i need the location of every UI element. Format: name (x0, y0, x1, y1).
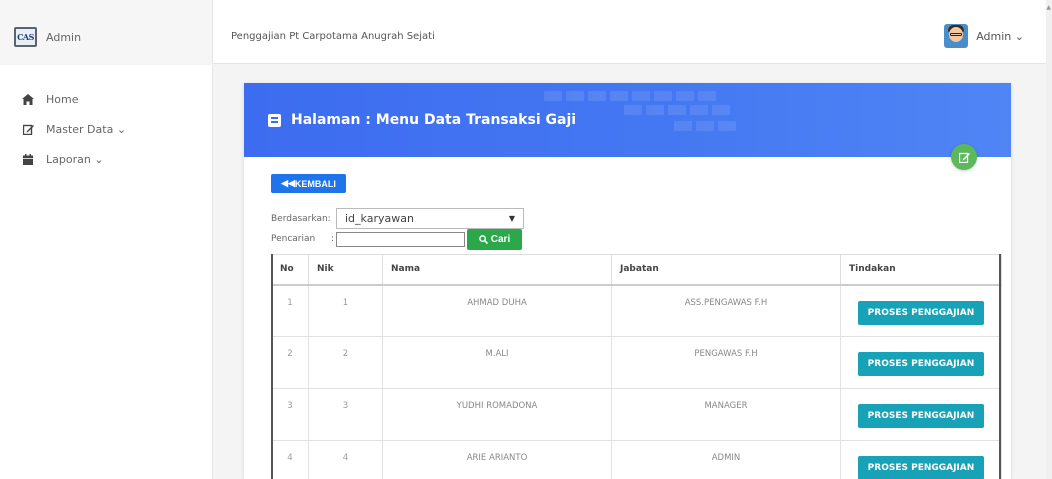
transaction-card: Halaman : Menu Data Transaksi Gaji ◀◀ KEM… (244, 83, 1011, 479)
cas-logo: CAS (14, 27, 37, 47)
sidebar-item-laporan[interactable]: Laporan ⌄ (22, 153, 104, 166)
proses-penggajian-button[interactable]: PROSES PENGGAJIAN (858, 352, 984, 376)
search-icon (478, 235, 488, 244)
search-button[interactable]: Cari (467, 229, 522, 250)
chevron-down-icon: ⌄ (1014, 29, 1024, 43)
cell-no: 2 (271, 336, 309, 389)
search-input[interactable] (336, 232, 465, 247)
avatar (944, 24, 969, 48)
main-content: Halaman : Menu Data Transaksi Gaji ◀◀ KEM… (214, 65, 1046, 479)
chevron-down-icon: ⌄ (94, 153, 104, 166)
table-row: 4 4 ARIE ARIANTO ADMIN PROSES PENGGAJIAN (271, 440, 1002, 479)
cell-nik: 3 (308, 388, 383, 441)
id-card-icon (268, 113, 281, 127)
cell-jabatan: ADMIN (611, 440, 841, 479)
cell-nik: 2 (308, 336, 383, 389)
search-label: Pencarian (271, 234, 316, 244)
cell-tindakan: PROSES PENGGAJIAN (840, 336, 1002, 389)
table-row: 3 3 YUDHI ROMADONA MANAGER PROSES PENGGA… (271, 388, 1002, 441)
cell-jabatan: ASS.PENGAWAS F.H (611, 284, 841, 337)
sidebar-item-master-data[interactable]: Master Data ⌄ (22, 123, 126, 136)
cell-no: 3 (271, 388, 309, 441)
table-row: 1 1 AHMAD DUHA ASS.PENGAWAS F.H PROSES P… (271, 284, 1002, 337)
user-name: Admin ⌄ (976, 29, 1024, 43)
cell-nama: ARIE ARIANTO (382, 440, 612, 479)
dropdown-arrow-icon: ▼ (508, 214, 515, 223)
cell-nama: AHMAD DUHA (382, 284, 612, 337)
sidebar: Home Master Data ⌄ Laporan ⌄ (0, 65, 213, 479)
proses-penggajian-button[interactable]: PROSES PENGGAJIAN (858, 404, 984, 428)
cell-jabatan: PENGAWAS F.H (611, 336, 841, 389)
cell-nama: YUDHI ROMADONA (382, 388, 612, 441)
edit-icon (22, 124, 34, 136)
back-button[interactable]: ◀◀ KEMBALI (271, 174, 346, 193)
sidebar-item-home[interactable]: Home (22, 93, 78, 106)
cell-nama: M.ALI (382, 336, 612, 389)
home-icon (22, 94, 34, 106)
chevron-down-icon: ⌄ (116, 123, 127, 136)
scrollbar[interactable]: ▲ (1046, 0, 1052, 479)
column-header: Nama (382, 254, 612, 286)
cell-nik: 1 (308, 284, 383, 337)
filter-field-select[interactable]: id_karyawan ▼ (336, 208, 524, 229)
user-menu[interactable]: Admin ⌄ (944, 24, 1024, 48)
table-header-row: No Nik Nama Jabatan Tindakan (271, 254, 1002, 286)
search-separator: : (331, 234, 335, 244)
sidebar-item-label: Home (46, 93, 79, 106)
top-navbar: CAS Admin Penggajian Pt Carpotama Anugra… (0, 0, 1046, 64)
brand-name: Admin (46, 31, 82, 44)
proses-penggajian-button[interactable]: PROSES PENGGAJIAN (858, 456, 984, 479)
brand-area[interactable]: CAS Admin (0, 0, 213, 64)
cell-tindakan: PROSES PENGGAJIAN (840, 284, 1002, 337)
transaction-table: No Nik Nama Jabatan Tindakan 1 1 AHMAD D… (271, 254, 1002, 479)
table-row: 2 2 M.ALI PENGAWAS F.H PROSES PENGGAJIAN (271, 336, 1002, 389)
proses-penggajian-button[interactable]: PROSES PENGGAJIAN (858, 300, 984, 325)
calendar-icon (22, 154, 34, 166)
scroll-up-arrow-icon[interactable]: ▲ (1046, 4, 1051, 11)
cell-no: 4 (271, 440, 309, 479)
sidebar-item-label: Laporan ⌄ (46, 153, 104, 166)
cell-jabatan: MANAGER (611, 388, 841, 441)
filter-by-label: Berdasarkan: (271, 214, 331, 224)
edit-fab-button[interactable] (951, 144, 977, 170)
app-title: Penggajian Pt Carpotama Anugrah Sejati (231, 31, 435, 42)
column-header: Jabatan (611, 254, 841, 286)
edit-icon (958, 152, 970, 163)
column-header: No (271, 254, 309, 286)
column-header: Tindakan (840, 254, 1002, 286)
cell-tindakan: PROSES PENGGAJIAN (840, 388, 1002, 441)
cell-no: 1 (271, 284, 309, 337)
sidebar-item-label: Master Data ⌄ (46, 123, 127, 136)
cell-tindakan: PROSES PENGGAJIAN (840, 440, 1002, 479)
column-header: Nik (308, 254, 383, 286)
page-title: Halaman : Menu Data Transaksi Gaji (268, 112, 576, 128)
double-left-arrow-icon: ◀◀ (281, 178, 295, 188)
card-header: Halaman : Menu Data Transaksi Gaji (244, 83, 1011, 157)
cell-nik: 4 (308, 440, 383, 479)
